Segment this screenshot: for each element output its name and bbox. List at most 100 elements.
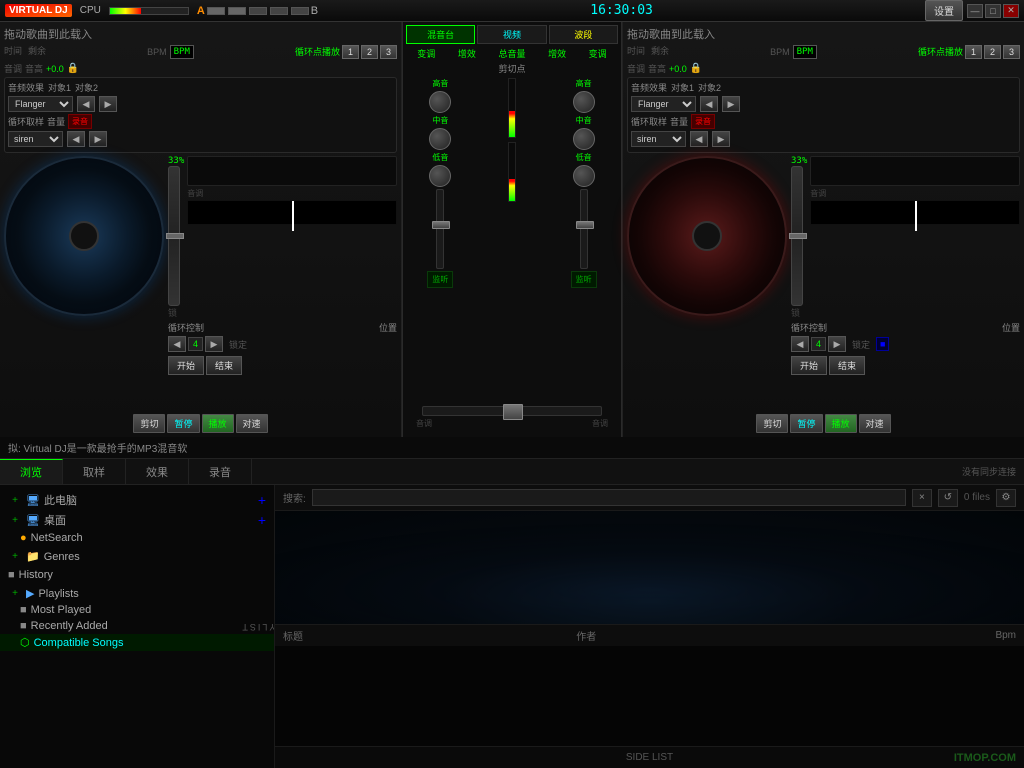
loop-btn-1-left[interactable]: 1 <box>342 45 359 59</box>
fx-row-left: 音频效果 对象1 对象2 <box>8 81 393 94</box>
tab-effects[interactable]: 效果 <box>126 459 189 484</box>
fx-next-right[interactable]: ▶ <box>722 96 740 112</box>
start-btn-left[interactable]: 开始 <box>168 356 204 375</box>
search-input[interactable] <box>312 489 906 506</box>
loop-next-right[interactable]: ▶ <box>828 336 846 352</box>
pitch-slider-thumb-left[interactable] <box>166 233 184 239</box>
fx-next-left[interactable]: ▶ <box>99 96 117 112</box>
monitor-btn-right[interactable]: 监听 <box>571 271 597 288</box>
sidebar-item-compatible-songs[interactable]: ⬡ Compatible Songs <box>0 634 274 651</box>
sidebar-item-this-pc[interactable]: + 🖥 此电脑 + <box>0 490 274 510</box>
mixer: 混音台 视频 波段 变调 增效 总音量 增效 变调 剪切点 高音 中音 低音 <box>402 22 622 437</box>
end-btn-right[interactable]: 结束 <box>829 356 865 375</box>
loop-prev-left[interactable]: ◀ <box>168 336 186 352</box>
restore-button[interactable]: □ <box>985 4 1001 18</box>
mixer-tab-wave[interactable]: 波段 <box>549 25 618 44</box>
transport-btns-left: 剪切 暂停 播放 对速 <box>4 414 397 433</box>
window-controls: — □ ✕ <box>967 4 1019 18</box>
siren-select-right[interactable]: siren <box>631 131 686 147</box>
needle-left <box>292 201 294 231</box>
blue-lock-right[interactable]: ■ <box>876 337 889 351</box>
pause-btn-left[interactable]: 暂停 <box>167 414 199 433</box>
siren-prev-left[interactable]: ◀ <box>67 131 85 147</box>
loop-btn-3-left[interactable]: 3 <box>380 45 397 59</box>
mixer-tab-video[interactable]: 视频 <box>477 25 546 44</box>
fx-select-left[interactable]: Flanger <box>8 96 73 112</box>
vinyl-disc-right[interactable] <box>627 156 787 316</box>
settings-button[interactable]: 设置 <box>925 0 963 21</box>
close-button[interactable]: ✕ <box>1003 4 1019 18</box>
crossfader-thumb[interactable] <box>503 404 523 420</box>
crossfader-track[interactable] <box>422 406 602 416</box>
search-settings-button[interactable]: ⚙ <box>996 489 1016 507</box>
titlebar: VIRTUAL DJ CPU A B 16:30:03 设置 — □ ✕ <box>0 0 1024 22</box>
recently-added-icon: ■ <box>20 620 27 632</box>
speed-btn-right[interactable]: 对速 <box>859 414 891 433</box>
fx-prev-left[interactable]: ◀ <box>77 96 95 112</box>
minimize-button[interactable]: — <box>967 4 983 18</box>
search-refresh-button[interactable]: ↺ <box>938 489 958 507</box>
start-btn-right[interactable]: 开始 <box>791 356 827 375</box>
sidebar-item-history[interactable]: ■ History <box>0 567 274 583</box>
pitch-slider-right: 33% 锁 音调 <box>791 156 1020 319</box>
sidebar-item-playlists[interactable]: + ▶ Playlists <box>0 585 274 602</box>
siren-next-right[interactable]: ▶ <box>712 131 730 147</box>
sidebar-item-netsearch[interactable]: ● NetSearch <box>0 530 274 546</box>
add-btn-desktop[interactable]: + <box>258 512 266 528</box>
fx-label-left: 音频效果 <box>8 81 44 94</box>
sidebar-item-genres[interactable]: + 📁 Genres <box>0 548 274 565</box>
sidebar-item-desktop[interactable]: + 🖥 桌面 + <box>0 510 274 530</box>
high-knob-right[interactable] <box>573 91 595 113</box>
vinyl-center-right <box>692 221 722 251</box>
mixer-tab-mix[interactable]: 混音台 <box>406 25 475 44</box>
siren-next-left[interactable]: ▶ <box>89 131 107 147</box>
tab-browse[interactable]: 浏览 <box>0 459 63 484</box>
fader-thumb-right[interactable] <box>576 221 594 229</box>
main-content: 搜索: × ↺ 0 files ⚙ <box>275 485 1024 768</box>
pitch-slider-track-left[interactable] <box>168 166 180 306</box>
play-btn-left[interactable]: 播放 <box>202 414 234 433</box>
mid-knob-right[interactable] <box>573 128 595 150</box>
rec-label-left[interactable]: 录音 <box>68 114 92 129</box>
pitch-slider-thumb-right[interactable] <box>789 233 807 239</box>
fader-left[interactable] <box>436 189 444 269</box>
loop-btn-3-right[interactable]: 3 <box>1003 45 1020 59</box>
pause-btn-right[interactable]: 暂停 <box>790 414 822 433</box>
monitor-btn-left[interactable]: 监听 <box>427 271 453 288</box>
end-btn-left[interactable]: 结束 <box>206 356 242 375</box>
low-knob-left[interactable] <box>429 165 451 187</box>
sidebar-item-recently-added[interactable]: ■ Recently Added <box>0 618 274 634</box>
cpu-bar <box>109 7 189 15</box>
level-fill-right <box>509 179 515 201</box>
loop-btn-2-right[interactable]: 2 <box>984 45 1001 59</box>
play-btn-right[interactable]: 播放 <box>825 414 857 433</box>
fader-thumb-left[interactable] <box>432 221 450 229</box>
siren-select-left[interactable]: siren <box>8 131 63 147</box>
loop-btn-1-right[interactable]: 1 <box>965 45 982 59</box>
loop-prev-right[interactable]: ◀ <box>791 336 809 352</box>
channel-b-label: B <box>311 5 318 17</box>
search-clear-button[interactable]: × <box>912 489 932 507</box>
track-list[interactable] <box>275 646 1024 746</box>
siren-prev-right[interactable]: ◀ <box>690 131 708 147</box>
plus-icon-pc: + <box>8 495 22 506</box>
tab-record[interactable]: 录音 <box>189 459 252 484</box>
cut-btn-left[interactable]: 剪切 <box>133 414 165 433</box>
add-btn-pc[interactable]: + <box>258 492 266 508</box>
cut-btn-right[interactable]: 剪切 <box>756 414 788 433</box>
loop-btn-2-left[interactable]: 2 <box>361 45 378 59</box>
vinyl-disc-left[interactable] <box>4 156 164 316</box>
sidebar-item-most-played[interactable]: ■ Most Played <box>0 602 274 618</box>
rec-label-right[interactable]: 录音 <box>691 114 715 129</box>
low-knob-right[interactable] <box>573 165 595 187</box>
mixer-tabs: 混音台 视频 波段 <box>406 25 618 44</box>
pitch-slider-track-right[interactable] <box>791 166 803 306</box>
fader-right[interactable] <box>580 189 588 269</box>
fx-select-right[interactable]: Flanger <box>631 96 696 112</box>
loop-next-left[interactable]: ▶ <box>205 336 223 352</box>
tab-sample[interactable]: 取样 <box>63 459 126 484</box>
fx-prev-right[interactable]: ◀ <box>700 96 718 112</box>
mid-knob-left[interactable] <box>429 128 451 150</box>
speed-btn-left[interactable]: 对速 <box>236 414 268 433</box>
high-knob-left[interactable] <box>429 91 451 113</box>
